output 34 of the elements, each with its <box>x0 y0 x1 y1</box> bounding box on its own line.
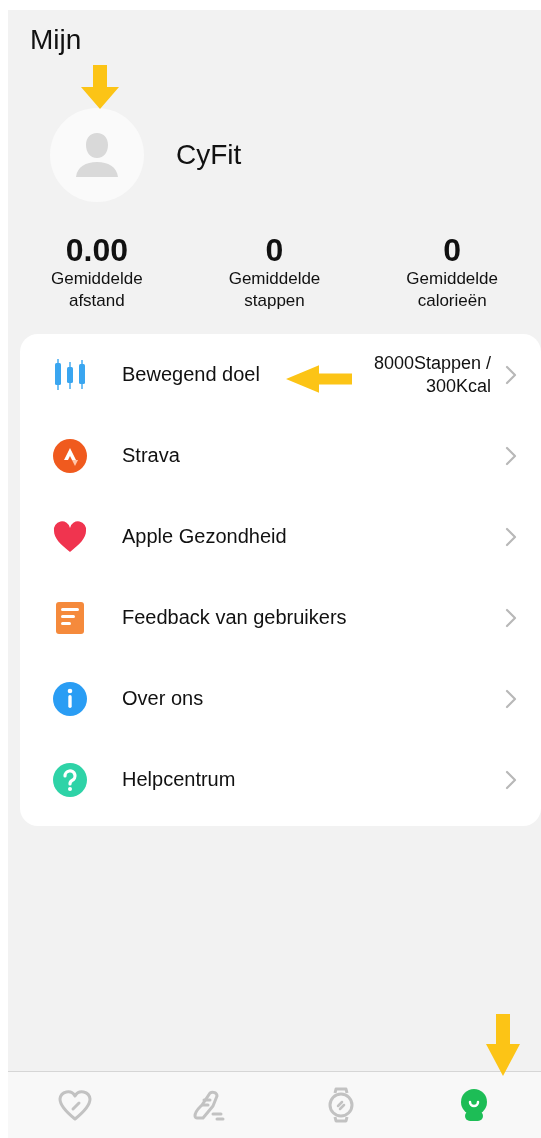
chevron-icon <box>505 607 517 628</box>
menu-item[interactable]: Apple Gezondheid <box>20 496 541 577</box>
menu-label: Bewegend doel <box>122 363 260 386</box>
help-icon <box>52 761 88 798</box>
menu-item[interactable]: Helpcentrum <box>20 739 541 820</box>
chevron-icon <box>505 769 517 790</box>
menu-label: Helpcentrum <box>122 768 236 791</box>
stat-value: 0 <box>265 232 284 268</box>
menu-label: Over ons <box>122 687 204 710</box>
chevron-icon <box>505 364 517 385</box>
annotation-arrow <box>80 65 120 109</box>
stat-label: Gemiddelde stappen <box>227 268 322 312</box>
annotation-arrow <box>486 1014 520 1076</box>
bars-icon <box>52 356 88 393</box>
info-icon <box>52 680 88 717</box>
menu-item[interactable]: Strava <box>20 415 541 496</box>
menu-label: Feedback van gebruikers <box>122 606 347 629</box>
menu-value: 8000Stappen / 300Kcal <box>372 351 491 398</box>
stat-label: Gemiddelde calorieën <box>405 268 499 312</box>
stat-label: Gemiddelde afstand <box>50 268 144 312</box>
annotation-arrow <box>286 364 352 394</box>
menu-item[interactable]: Feedback van gebruikers <box>20 577 541 658</box>
profile-name: CyFit <box>176 139 242 171</box>
menu-item[interactable]: Over ons <box>20 658 541 739</box>
chevron-icon <box>505 445 517 466</box>
chevron-icon <box>505 688 517 709</box>
stat-value: 0.00 <box>65 232 128 268</box>
menu-label: Strava <box>122 444 180 467</box>
strava-icon <box>52 437 88 474</box>
heart-icon <box>52 518 88 555</box>
menu-label: Apple Gezondheid <box>122 525 287 548</box>
page-title: Mijn <box>29 23 83 56</box>
chevron-icon <box>505 526 517 547</box>
stat-value: 0 <box>443 232 462 268</box>
